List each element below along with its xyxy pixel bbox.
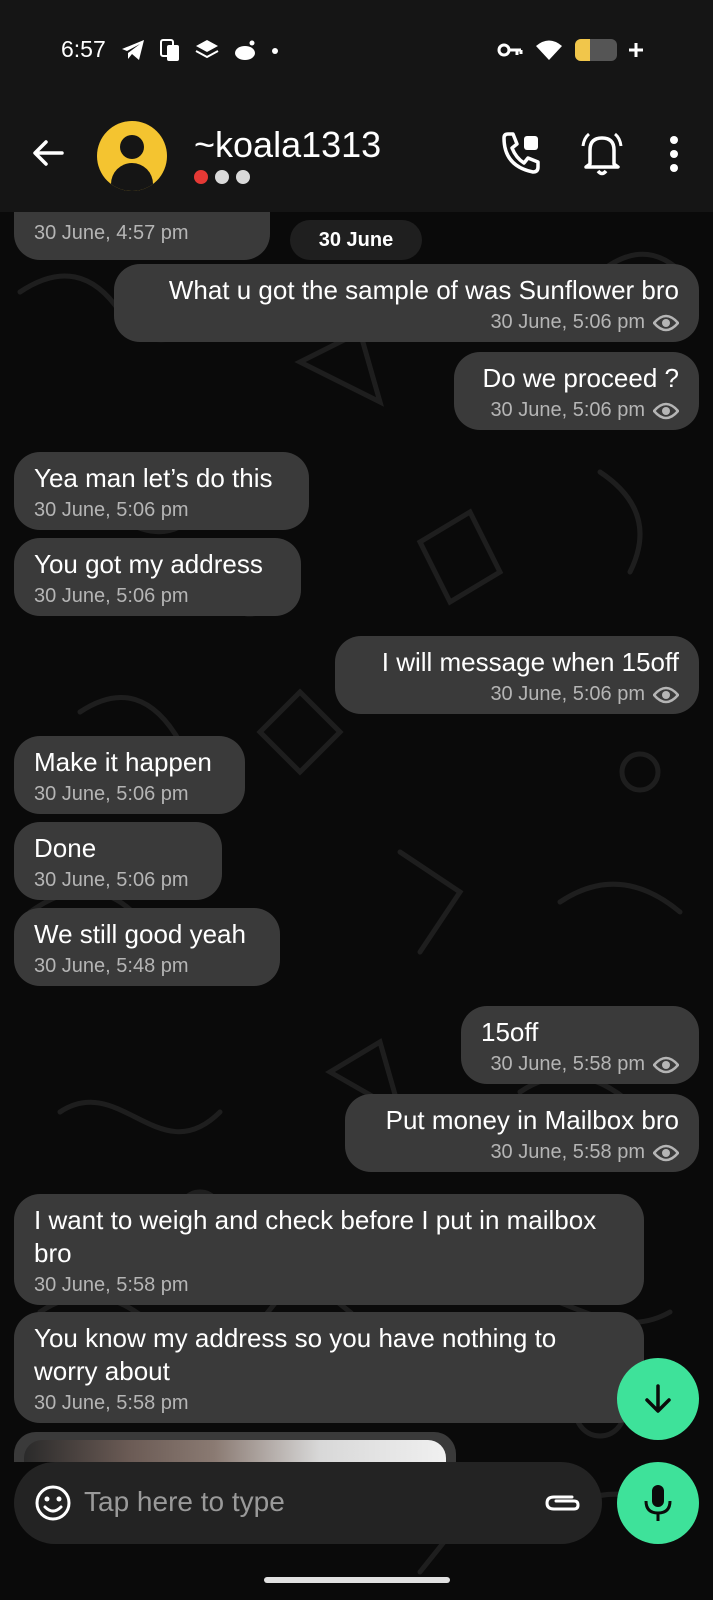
message-text: I want to weigh and check before I put i…: [34, 1205, 597, 1268]
phone-call-icon[interactable]: [498, 130, 542, 178]
back-arrow-icon[interactable]: [30, 135, 66, 171]
status-time: 6:57: [61, 36, 106, 62]
reddit-icon: [235, 40, 255, 60]
message-input[interactable]: Tap here to type: [84, 1486, 285, 1518]
message-time: 30 June, 5:06 pm: [490, 399, 645, 421]
more-options-icon[interactable]: [664, 130, 684, 178]
message-bubble-outgoing[interactable]: Put money in Mailbox bro 30 June, 5:58 p…: [345, 1094, 699, 1172]
more-notifications-icon: [272, 48, 278, 54]
scroll-to-bottom-button[interactable]: [617, 1358, 699, 1440]
message-time: 30 June, 5:58 pm: [34, 1392, 189, 1414]
date-separator: 30 June: [290, 220, 422, 260]
message-bubble-incoming[interactable]: We still good yeah 30 June, 5:48 pm: [14, 908, 280, 986]
telegram-icon: [122, 40, 144, 60]
arrow-down-icon: [645, 1384, 671, 1413]
message-bubble-outgoing[interactable]: I will message when 15off 30 June, 5:06 …: [335, 636, 699, 714]
message-time: 30 June, 5:58 pm: [490, 1141, 645, 1163]
message-bubble-outgoing[interactable]: What u got the sample of was Sunflower b…: [114, 264, 699, 342]
chat-area[interactable]: 30 June, 4:57 pm 30 June What u got the …: [0, 212, 713, 1600]
message-time: 30 June, 5:06 pm: [490, 683, 645, 705]
system-icons: [497, 38, 643, 62]
message-bubble-incoming[interactable]: Make it happen 30 June, 5:06 pm: [14, 736, 245, 814]
seen-eye-icon: [653, 1056, 679, 1073]
notification-icons: [120, 38, 280, 62]
charging-plus-icon: [629, 43, 643, 57]
message-time: 30 June, 4:57 pm: [34, 222, 189, 244]
message-time: 30 June, 5:06 pm: [34, 783, 189, 805]
voice-message-button[interactable]: [617, 1462, 699, 1544]
message-time: 30 June, 5:06 pm: [34, 869, 189, 891]
message-time: 30 June, 5:58 pm: [34, 1274, 189, 1296]
message-text: You know my address so you have nothing …: [34, 1323, 557, 1386]
message-text: You got my address: [34, 549, 263, 579]
message-text: Put money in Mailbox bro: [385, 1105, 679, 1135]
status-bar: 6:57: [0, 0, 713, 100]
avatar[interactable]: [97, 121, 167, 191]
attachment-icon[interactable]: [542, 1488, 582, 1518]
home-indicator[interactable]: [264, 1577, 450, 1583]
battery-icon: [575, 39, 617, 61]
contact-name[interactable]: ~koala1313: [194, 124, 381, 166]
message-time: 30 June, 5:06 pm: [490, 311, 645, 333]
message-text: What u got the sample of was Sunflower b…: [168, 275, 679, 305]
notification-bell-icon[interactable]: [580, 130, 624, 178]
message-text: I will message when 15off: [381, 647, 679, 677]
message-bubble-incoming[interactable]: You know my address so you have nothing …: [14, 1312, 644, 1423]
message-time: 30 June, 5:06 pm: [34, 585, 189, 607]
message-time: 30 June, 5:48 pm: [34, 955, 189, 977]
emoji-icon[interactable]: [34, 1484, 72, 1522]
message-bubble-incoming[interactable]: Yea man let’s do this 30 June, 5:06 pm: [14, 452, 309, 530]
message-bubble-outgoing[interactable]: Do we proceed ? 30 June, 5:06 pm: [454, 352, 699, 430]
message-text: We still good yeah: [34, 919, 246, 949]
message-time: 30 June, 5:06 pm: [34, 499, 189, 521]
message-bubble-incoming[interactable]: You got my address 30 June, 5:06 pm: [14, 538, 301, 616]
chat-header: ~koala1313: [0, 100, 713, 212]
message-text: Done: [34, 833, 97, 863]
image-message-partial[interactable]: [14, 1432, 456, 1462]
wifi-icon: [536, 40, 562, 60]
seen-eye-icon: [653, 1144, 679, 1161]
seen-eye-icon: [653, 686, 679, 703]
message-time: 30 June, 5:58 pm: [490, 1053, 645, 1075]
message-bubble-partial[interactable]: 30 June, 4:57 pm: [14, 212, 270, 260]
message-text: Make it happen: [34, 747, 212, 777]
seen-eye-icon: [653, 314, 679, 331]
message-composer[interactable]: Tap here to type: [14, 1462, 602, 1544]
message-text: Do we proceed ?: [482, 363, 679, 393]
microphone-icon: [644, 1485, 672, 1521]
message-text: Yea man let’s do this: [34, 463, 273, 493]
message-bubble-outgoing[interactable]: 15off 30 June, 5:58 pm: [461, 1006, 699, 1084]
vpn-key-icon: [497, 43, 523, 57]
cards-icon: [160, 39, 179, 61]
status-dots: [194, 170, 250, 184]
message-bubble-incoming[interactable]: I want to weigh and check before I put i…: [14, 1194, 644, 1305]
message-text: 15off: [481, 1017, 539, 1047]
layers-icon: [195, 40, 219, 59]
seen-eye-icon: [653, 402, 679, 419]
message-bubble-incoming[interactable]: Done 30 June, 5:06 pm: [14, 822, 222, 900]
